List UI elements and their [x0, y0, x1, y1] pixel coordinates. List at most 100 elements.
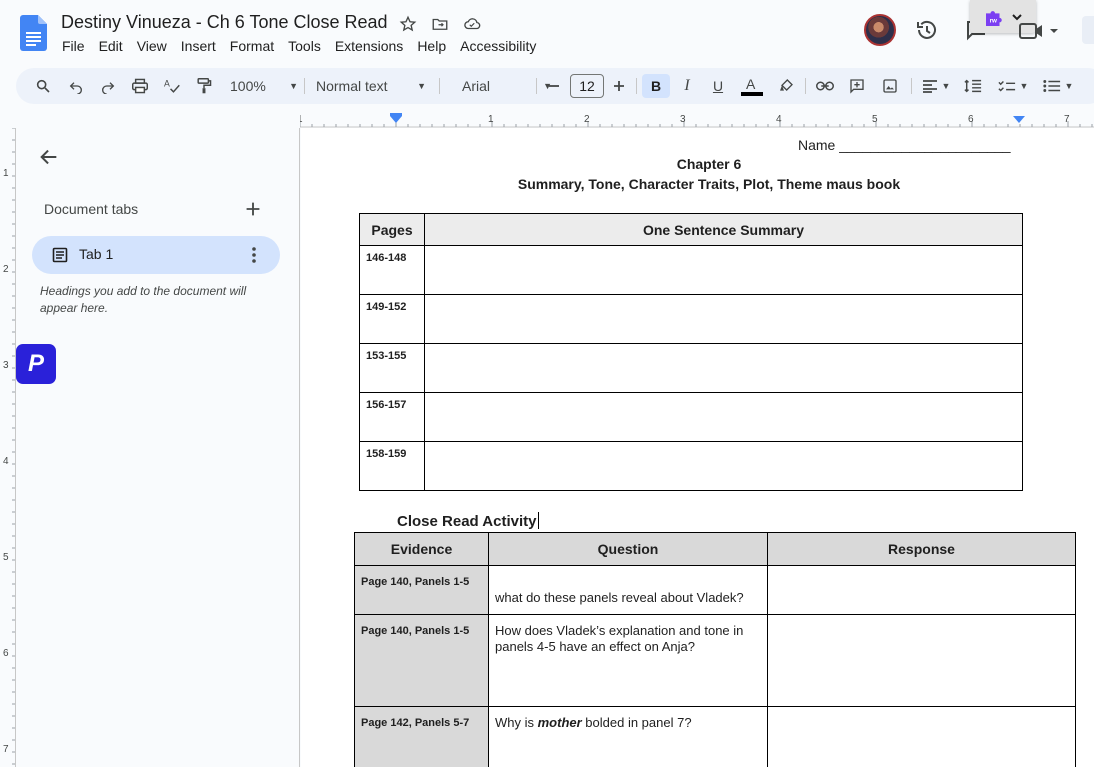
zoom-select[interactable]: 100% ▼: [228, 74, 298, 98]
menu-extensions[interactable]: Extensions: [328, 37, 410, 55]
add-comment-icon[interactable]: [846, 74, 868, 98]
underline-button[interactable]: U: [707, 74, 729, 98]
evidence-cell[interactable]: Page 140, Panels 1-5: [354, 614, 489, 707]
paragraph-style-value: Normal text: [316, 78, 388, 94]
first-line-indent-marker[interactable]: [390, 113, 402, 116]
summary-cell[interactable]: [424, 245, 1023, 295]
version-history-icon[interactable]: [915, 18, 939, 42]
menu-file[interactable]: File: [55, 37, 92, 55]
document-title[interactable]: Destiny Vinueza - Ch 6 Tone Close Read: [61, 12, 388, 33]
question-cell[interactable]: How does Vladek’s explanation and tone i…: [488, 614, 768, 707]
font-family-select[interactable]: Arial ▼: [462, 74, 552, 98]
menu-insert[interactable]: Insert: [174, 37, 223, 55]
menu-format[interactable]: Format: [223, 37, 281, 55]
ruler-label: 4: [3, 456, 9, 467]
insert-link-icon[interactable]: [814, 74, 836, 98]
close-read-heading[interactable]: Close Read Activity: [397, 512, 539, 530]
response-cell[interactable]: [767, 706, 1076, 767]
ruler-label: 2: [3, 264, 9, 275]
insert-image-icon[interactable]: [879, 74, 901, 98]
ruler-label: 5: [872, 114, 878, 125]
response-cell[interactable]: [767, 565, 1076, 615]
redo-icon[interactable]: [97, 74, 119, 98]
summary-cell[interactable]: [424, 441, 1023, 491]
paragraph-style-select[interactable]: Normal text ▼: [316, 74, 426, 98]
name-line: Name ______________________: [798, 137, 1011, 153]
line-spacing-icon[interactable]: [962, 74, 984, 98]
ruler-label: 6: [3, 648, 9, 659]
header: Destiny Vinueza - Ch 6 Tone Close Read F…: [0, 0, 1094, 64]
table-header-cell: Question: [488, 532, 768, 566]
align-icon[interactable]: ▼: [919, 74, 953, 98]
spellcheck-icon[interactable]: A: [161, 74, 183, 98]
summary-cell[interactable]: [424, 343, 1023, 393]
menu-help[interactable]: Help: [410, 37, 453, 55]
ruler-label: 5: [3, 552, 9, 563]
pages-cell[interactable]: 153-155: [359, 343, 425, 393]
bold-button[interactable]: B: [642, 74, 670, 98]
ruler-label: 3: [680, 114, 686, 125]
user-avatar[interactable]: [864, 14, 896, 46]
pages-cell[interactable]: 156-157: [359, 392, 425, 442]
evidence-cell[interactable]: Page 140, Panels 1-5: [354, 565, 489, 615]
right-indent-marker[interactable]: [1013, 116, 1025, 123]
zoom-value: 100%: [230, 78, 266, 94]
tab-label: Tab 1: [79, 246, 114, 262]
cloud-status-icon[interactable]: [462, 14, 482, 34]
table-row: 153-155: [359, 343, 1023, 393]
response-cell[interactable]: [767, 614, 1076, 707]
paint-format-icon[interactable]: [193, 74, 215, 98]
caret-down-icon: ▼: [1019, 81, 1029, 91]
summary-cell[interactable]: [424, 294, 1023, 344]
pages-cell[interactable]: 149-152: [359, 294, 425, 344]
menu-accessibility[interactable]: Accessibility: [453, 37, 543, 55]
ruler-label: 7: [3, 744, 9, 755]
share-button[interactable]: [1082, 16, 1094, 44]
extension-badge-p-icon[interactable]: P: [16, 344, 56, 384]
menu-view[interactable]: View: [130, 37, 174, 55]
left-indent-marker[interactable]: [390, 116, 402, 123]
italic-button[interactable]: I: [676, 74, 698, 98]
search-menus-icon[interactable]: [32, 74, 54, 98]
more-vert-icon[interactable]: [244, 245, 264, 265]
table-row: 146-148: [359, 245, 1023, 295]
toolbar-divider: [439, 78, 440, 94]
document-page[interactable]: Name ______________________ Chapter 6 Su…: [301, 128, 1094, 767]
horizontal-ruler[interactable]: 1 1 2 3 4 5 6 7: [300, 110, 1094, 128]
undo-icon[interactable]: [65, 74, 87, 98]
decrease-font-size-icon[interactable]: [544, 74, 564, 98]
table-row: 158-159: [359, 441, 1023, 491]
menu-tools[interactable]: Tools: [281, 37, 328, 55]
increase-font-size-icon[interactable]: [609, 74, 629, 98]
checklist-icon[interactable]: ▼: [995, 74, 1031, 98]
question-text: Why is: [495, 715, 538, 730]
pages-cell[interactable]: 146-148: [359, 245, 425, 295]
puzzle-extension-icon[interactable]: rw: [984, 8, 1006, 26]
text-color-icon[interactable]: A: [739, 74, 765, 98]
bulleted-list-icon[interactable]: ▼: [1040, 74, 1076, 98]
toolbar-divider: [805, 78, 806, 94]
svg-text:A: A: [164, 79, 170, 89]
docs-logo-icon[interactable]: [20, 15, 47, 51]
vertical-ruler[interactable]: 1 2 3 4 5 6 7: [0, 128, 16, 767]
highlight-color-icon[interactable]: [775, 74, 797, 98]
table-row: Page 142, Panels 5-7 Why is mother bolde…: [354, 706, 1076, 767]
close-read-table: Evidence Question Response Page 140, Pan…: [354, 532, 1076, 767]
font-size-input[interactable]: 12: [570, 74, 604, 98]
chapter-title: Chapter 6: [676, 156, 742, 172]
evidence-cell[interactable]: Page 142, Panels 5-7: [354, 706, 489, 767]
meet-video-icon[interactable]: [1018, 20, 1062, 42]
back-arrow-icon[interactable]: [38, 146, 60, 168]
font-family-value: Arial: [462, 78, 491, 94]
pages-cell[interactable]: 158-159: [359, 441, 425, 491]
menu-edit[interactable]: Edit: [92, 37, 130, 55]
move-folder-icon[interactable]: [430, 14, 450, 34]
question-cell[interactable]: what do these panels reveal about Vladek…: [488, 565, 768, 615]
sidebar-item-tab-1[interactable]: Tab 1: [32, 236, 280, 274]
add-tab-icon[interactable]: [242, 198, 264, 220]
print-icon[interactable]: [129, 74, 151, 98]
summary-cell[interactable]: [424, 392, 1023, 442]
star-icon[interactable]: [398, 14, 418, 34]
document-outline-sidebar: Document tabs Tab 1 Headings you add to …: [16, 128, 300, 767]
question-cell[interactable]: Why is mother bolded in panel 7?: [488, 706, 768, 767]
